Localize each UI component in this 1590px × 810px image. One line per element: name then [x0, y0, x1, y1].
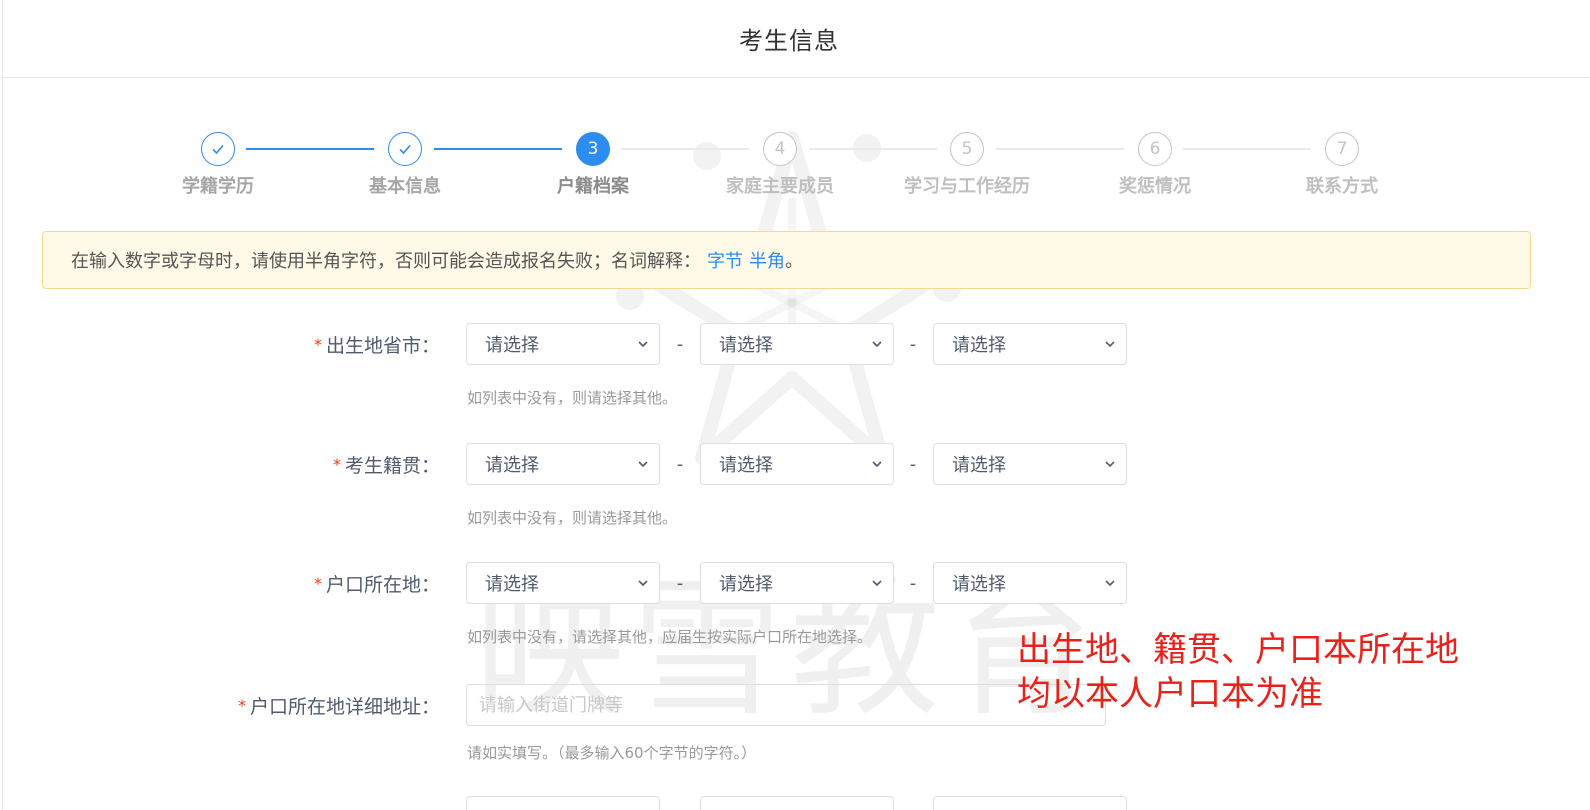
chevron-down-icon: [638, 580, 648, 587]
page-header: 考生信息: [2, 0, 1590, 78]
birthplace-county-select[interactable]: 请选择: [933, 323, 1127, 365]
step-title: 学习与工作经历: [904, 176, 1030, 197]
chevron-down-icon: [1105, 580, 1115, 587]
step-title: 户籍档案: [557, 176, 629, 197]
step-circle: 7: [1325, 132, 1359, 166]
separator: -: [676, 572, 684, 594]
halfwidth-link[interactable]: 半角: [749, 247, 785, 273]
native-province-select[interactable]: 请选择: [466, 443, 660, 485]
step-circle: 3: [576, 132, 610, 166]
step-circle: 5: [950, 132, 984, 166]
step-6[interactable]: 6 奖惩情况: [1065, 132, 1245, 198]
notice-suffix: 。: [785, 251, 803, 272]
separator: -: [909, 333, 917, 355]
hukou-province-select[interactable]: 请选择: [466, 562, 660, 604]
required-mark: *: [313, 334, 322, 354]
hukou-county-select[interactable]: 请选择: [933, 562, 1127, 604]
separator: -: [676, 453, 684, 475]
native-city-select[interactable]: 请选择: [700, 443, 894, 485]
hukou-address-hint: 请如实填写。（最多输入60个字节的字符。）: [467, 744, 757, 762]
step-circle: [201, 132, 235, 166]
next-row-select[interactable]: [700, 796, 894, 810]
step-circle: 4: [763, 132, 797, 166]
birthplace-city-select[interactable]: 请选择: [700, 323, 894, 365]
chevron-down-icon: [638, 461, 648, 468]
separator: -: [909, 572, 917, 594]
separator: -: [909, 453, 917, 475]
hukou-label: * 户口所在地：: [313, 573, 440, 596]
chevron-down-icon: [638, 341, 648, 348]
chevron-down-icon: [1105, 341, 1115, 348]
native-place-hint: 如列表中没有，则请选择其他。: [467, 509, 678, 527]
required-mark: *: [332, 454, 341, 474]
step-connector: [809, 148, 937, 150]
chevron-down-icon: [1105, 461, 1115, 468]
chevron-down-icon: [872, 341, 882, 348]
step-connector: [996, 148, 1124, 150]
next-row-select[interactable]: [466, 796, 660, 810]
step-circle: 6: [1138, 132, 1172, 166]
step-title: 家庭主要成员: [726, 176, 834, 197]
steps-bar: 学籍学历 基本信息 3 户籍档案 4 家庭主要成员 5 学习与工作经历 6 奖惩…: [0, 132, 1590, 202]
red-annotation: 出生地、籍贯、户口本所在地 均以本人户口本为准: [1017, 630, 1459, 714]
notice-text: 在输入数字或字母时，请使用半角字符，否则可能会造成报名失败；名词解释：: [71, 251, 701, 272]
page-title: 考生信息: [739, 27, 839, 55]
step-4[interactable]: 4 家庭主要成员: [690, 132, 870, 198]
step-2[interactable]: 基本信息: [315, 132, 495, 198]
byte-link[interactable]: 字节: [707, 247, 743, 273]
native-county-select[interactable]: 请选择: [933, 443, 1127, 485]
hukou-hint: 如列表中没有，请选择其他，应届生按实际户口所在地选择。: [467, 628, 873, 646]
birthplace-label: * 出生地省市：: [313, 334, 440, 357]
step-title: 联系方式: [1306, 176, 1378, 197]
step-3[interactable]: 3 户籍档案: [503, 132, 683, 198]
step-title: 奖惩情况: [1119, 176, 1191, 197]
required-mark: *: [313, 573, 322, 593]
next-row-select[interactable]: [933, 796, 1127, 810]
check-icon: [212, 144, 224, 155]
check-icon: [399, 144, 411, 155]
halfwidth-notice: 在输入数字或字母时，请使用半角字符，否则可能会造成报名失败；名词解释： 字节 半…: [42, 231, 1531, 289]
required-mark: *: [237, 695, 246, 715]
step-connector: [1183, 148, 1311, 150]
step-title: 学籍学历: [182, 176, 254, 197]
hukou-address-input[interactable]: [466, 684, 1106, 726]
birthplace-hint: 如列表中没有，则请选择其他。: [467, 389, 678, 407]
step-title: 基本信息: [369, 176, 441, 197]
step-connector: [434, 148, 562, 150]
native-place-label: * 考生籍贯：: [332, 454, 440, 477]
hukou-city-select[interactable]: 请选择: [700, 562, 894, 604]
chevron-down-icon: [872, 580, 882, 587]
step-circle: [388, 132, 422, 166]
step-7[interactable]: 7 联系方式: [1252, 132, 1432, 198]
hukou-address-label: * 户口所在地详细地址：: [237, 695, 440, 718]
step-1[interactable]: 学籍学历: [128, 132, 308, 198]
separator: -: [676, 333, 684, 355]
birthplace-province-select[interactable]: 请选择: [466, 323, 660, 365]
step-connector: [621, 148, 749, 150]
chevron-down-icon: [872, 461, 882, 468]
step-5[interactable]: 5 学习与工作经历: [877, 132, 1057, 198]
step-connector: [246, 148, 374, 150]
